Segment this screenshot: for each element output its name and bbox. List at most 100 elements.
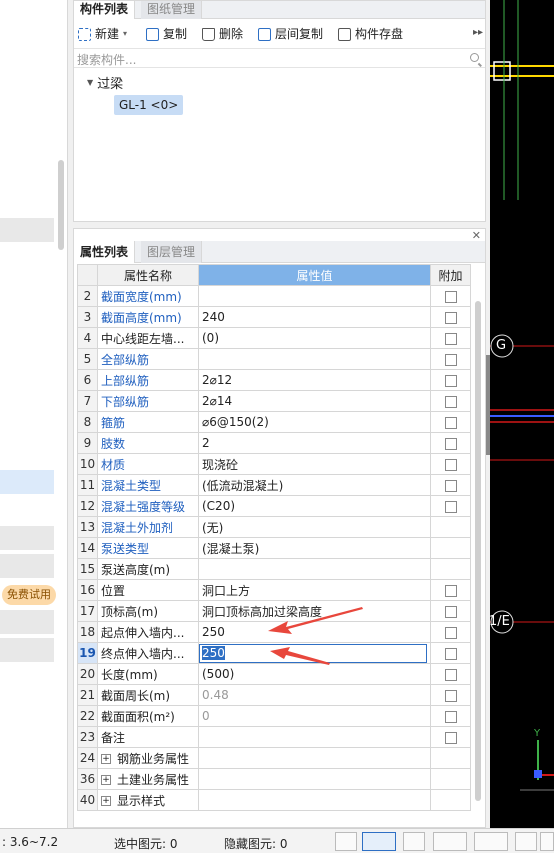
expand-plus-icon[interactable]: +: [101, 775, 111, 785]
collapse-arrow-icon[interactable]: ▼: [87, 78, 93, 87]
extra-checkbox[interactable]: [444, 731, 457, 744]
property-value[interactable]: ⌀6@150(2): [198, 411, 431, 433]
property-scrollbar[interactable]: [473, 289, 483, 829]
property-value[interactable]: [198, 348, 431, 370]
extra-checkbox[interactable]: [444, 584, 457, 597]
table-row-group[interactable]: 40 + 显示样式: [77, 789, 471, 811]
left-panel-row[interactable]: [0, 218, 54, 242]
property-value[interactable]: 洞口上方: [198, 579, 431, 601]
table-row[interactable]: 6 上部纵筋 2⌀12: [77, 369, 471, 391]
extra-checkbox[interactable]: [444, 332, 457, 345]
table-row[interactable]: 2 截面宽度(mm): [77, 285, 471, 307]
tab-layer-management[interactable]: 图层管理: [141, 241, 203, 263]
copy-label: 复制: [163, 27, 188, 41]
table-row[interactable]: 4 中心线距左墙... (0): [77, 327, 471, 349]
table-row[interactable]: 13 混凝土外加剂 (无): [77, 516, 471, 538]
search-icon[interactable]: [470, 53, 479, 62]
extra-checkbox[interactable]: [444, 374, 457, 387]
table-row-group[interactable]: 36 + 土建业务属性: [77, 768, 471, 790]
extra-checkbox[interactable]: [444, 458, 457, 471]
left-panel-row[interactable]: [0, 554, 54, 578]
row-number: 14: [77, 537, 98, 559]
table-row[interactable]: 12 混凝土强度等级 (C20): [77, 495, 471, 517]
table-row[interactable]: 22 截面面积(m²) 0: [77, 705, 471, 727]
expand-plus-icon[interactable]: +: [101, 754, 111, 764]
property-value[interactable]: (C20): [198, 495, 431, 517]
tree-node-gl1[interactable]: GL-1 <0>: [114, 95, 184, 115]
property-value[interactable]: (混凝土泵): [198, 537, 431, 559]
property-value[interactable]: [198, 726, 431, 748]
extra-checkbox[interactable]: [444, 395, 457, 408]
tab-property-list[interactable]: 属性列表: [74, 241, 136, 263]
tree-node-lintel[interactable]: ▼ 过梁: [87, 73, 123, 92]
table-row[interactable]: 21 截面周长(m) 0.48: [77, 684, 471, 706]
property-value[interactable]: 现浇砼: [198, 453, 431, 475]
object-snap-icon[interactable]: [362, 832, 396, 851]
property-value[interactable]: 240: [198, 306, 431, 328]
new-button[interactable]: 新建 ▾: [78, 25, 127, 43]
delete-button[interactable]: 删除: [202, 25, 243, 43]
extra-checkbox[interactable]: [444, 710, 457, 723]
table-row[interactable]: 10 材质 现浇砼: [77, 453, 471, 475]
extra-checkbox[interactable]: [444, 290, 457, 303]
table-row[interactable]: 11 混凝土类型 (低流动混凝土): [77, 474, 471, 496]
tab-drawing-management[interactable]: 图纸管理: [141, 1, 203, 19]
table-row[interactable]: 3 截面高度(mm) 240: [77, 306, 471, 328]
left-panel-row[interactable]: [0, 610, 54, 634]
floor-copy-button[interactable]: 层间复制: [258, 25, 323, 43]
table-row[interactable]: 9 肢数 2: [77, 432, 471, 454]
left-panel-row-selected[interactable]: [0, 470, 54, 494]
column-header-value[interactable]: 属性值: [198, 264, 431, 286]
toolbar-more-icon[interactable]: ▸▸: [473, 27, 483, 38]
more-settings-icon[interactable]: [540, 832, 554, 851]
property-value[interactable]: 2: [198, 432, 431, 454]
table-row[interactable]: 15 泵送高度(m): [77, 558, 471, 580]
property-value[interactable]: (无): [198, 516, 431, 538]
extra-checkbox[interactable]: [444, 689, 457, 702]
property-value[interactable]: (低流动混凝土): [198, 474, 431, 496]
extra-checkbox[interactable]: [444, 437, 457, 450]
orthogonal-icon[interactable]: [335, 832, 357, 851]
property-value[interactable]: (0): [198, 327, 431, 349]
property-group[interactable]: + 钢筋业务属性: [97, 747, 199, 769]
save-component-button[interactable]: 构件存盘: [338, 25, 403, 43]
display-settings-icon[interactable]: [515, 832, 537, 851]
tab-component-list[interactable]: 构件列表: [74, 1, 136, 19]
search-input[interactable]: 搜索构件...: [74, 48, 485, 68]
table-row[interactable]: 23 备注: [77, 726, 471, 748]
table-row[interactable]: 14 泵送类型 (混凝土泵): [77, 537, 471, 559]
extra-checkbox[interactable]: [444, 626, 457, 639]
property-value[interactable]: [198, 558, 431, 580]
trial-badge[interactable]: 免费试用: [2, 585, 56, 605]
copy-button[interactable]: 复制: [146, 25, 187, 43]
table-row[interactable]: 16 位置 洞口上方: [77, 579, 471, 601]
expand-plus-icon[interactable]: +: [101, 796, 111, 806]
property-value[interactable]: 2⌀14: [198, 390, 431, 412]
extra-checkbox[interactable]: [444, 479, 457, 492]
table-row-group[interactable]: 24 + 钢筋业务属性: [77, 747, 471, 769]
left-scrollbar[interactable]: [58, 160, 64, 250]
angle-snap-icon[interactable]: [433, 832, 467, 851]
column-header-extra[interactable]: 附加: [430, 264, 471, 286]
extra-checkbox[interactable]: [444, 647, 457, 660]
extra-checkbox[interactable]: [444, 353, 457, 366]
extra-checkbox[interactable]: [444, 416, 457, 429]
extra-checkbox[interactable]: [444, 605, 457, 618]
property-value[interactable]: [198, 285, 431, 307]
property-value[interactable]: 2⌀12: [198, 369, 431, 391]
cross-snap-icon[interactable]: [403, 832, 425, 851]
column-header-name[interactable]: 属性名称: [97, 264, 199, 286]
left-panel-row[interactable]: [0, 638, 54, 662]
property-group[interactable]: + 显示样式: [97, 789, 199, 811]
drawing-canvas[interactable]: G 1/E Y: [490, 0, 554, 828]
extra-checkbox[interactable]: [444, 500, 457, 513]
property-group[interactable]: + 土建业务属性: [97, 768, 199, 790]
table-row[interactable]: 5 全部纵筋: [77, 348, 471, 370]
left-panel-row[interactable]: [0, 526, 54, 550]
table-row[interactable]: 7 下部纵筋 2⌀14: [77, 390, 471, 412]
extra-checkbox[interactable]: [444, 311, 457, 324]
table-row[interactable]: 8 箍筋 ⌀6@150(2): [77, 411, 471, 433]
scrollbar-thumb[interactable]: [475, 301, 481, 801]
dynamic-input-icon[interactable]: [474, 832, 508, 851]
extra-checkbox[interactable]: [444, 668, 457, 681]
